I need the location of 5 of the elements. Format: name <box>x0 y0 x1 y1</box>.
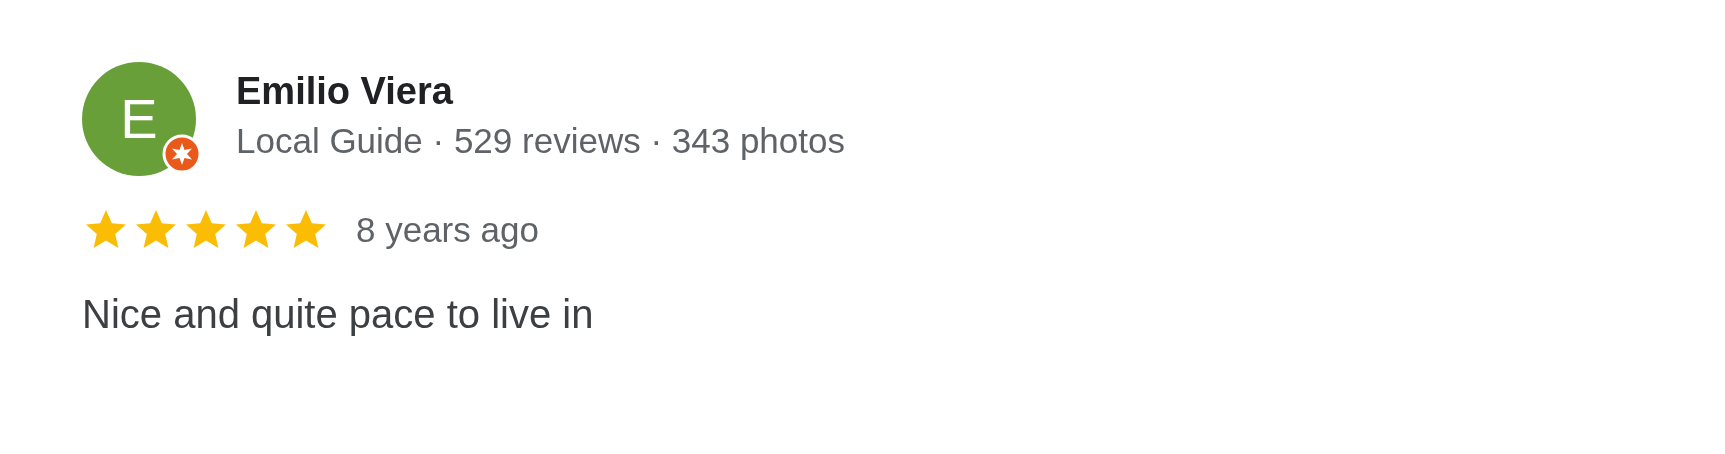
avatar-letter: E <box>120 91 158 147</box>
reviewer-name[interactable]: Emilio Viera <box>236 69 845 113</box>
review-date: 8 years ago <box>356 210 539 250</box>
reviewer-stats: Local Guide · 529 reviews · 343 photos <box>236 120 845 161</box>
review-text: Nice and quite pace to live in <box>82 292 595 337</box>
